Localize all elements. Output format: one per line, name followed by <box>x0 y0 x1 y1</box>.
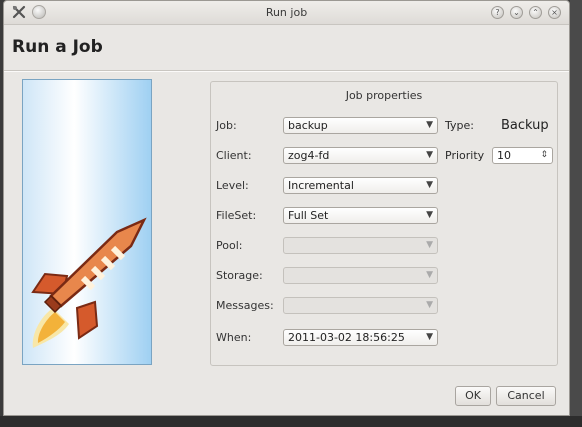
type-label: Type: <box>445 119 474 132</box>
messages-combo: ▼ <box>283 297 438 314</box>
chevron-down-icon: ▼ <box>426 210 433 220</box>
storage-combo: ▼ <box>283 267 438 284</box>
chevron-down-icon: ▼ <box>426 150 433 160</box>
maximize-button[interactable]: ⌃ <box>529 6 542 19</box>
chevron-down-icon: ▼ <box>426 240 433 250</box>
job-combo[interactable]: backup ▼ <box>283 117 438 134</box>
desktop-taskbar-edge <box>0 416 582 427</box>
chevron-down-icon: ▼ <box>426 332 433 342</box>
pool-combo: ▼ <box>283 237 438 254</box>
window-title: Run job <box>265 6 308 19</box>
type-value: Backup <box>501 118 549 133</box>
desktop-background <box>570 0 582 416</box>
level-combo[interactable]: Incremental ▼ <box>283 177 438 194</box>
priority-value: 10 <box>497 149 511 162</box>
job-value: backup <box>288 119 328 132</box>
fileset-value: Full Set <box>288 209 329 222</box>
minimize-button[interactable]: ⌄ <box>510 6 523 19</box>
client-combo[interactable]: zog4-fd ▼ <box>283 147 438 164</box>
client-label: Client: <box>216 149 252 162</box>
page-title: Run a Job <box>12 37 103 57</box>
pool-label: Pool: <box>216 239 243 252</box>
rocket-icon <box>31 217 147 348</box>
title-bar[interactable]: Run job ? ⌄ ⌃ × <box>4 1 569 25</box>
job-label: Job: <box>216 119 237 132</box>
cancel-button[interactable]: Cancel <box>496 386 556 406</box>
priority-spinbox[interactable]: 10 ⇕ <box>492 147 553 164</box>
help-button[interactable]: ? <box>491 6 504 19</box>
level-label: Level: <box>216 179 249 192</box>
run-job-dialog: Run job ? ⌄ ⌃ × Run a Job Job properties <box>3 0 570 416</box>
fileset-combo[interactable]: Full Set ▼ <box>283 207 438 224</box>
chevron-down-icon: ▼ <box>426 300 433 310</box>
spin-arrows-icon[interactable]: ⇕ <box>540 148 548 163</box>
level-value: Incremental <box>288 179 354 192</box>
rocket-image-panel <box>22 79 152 365</box>
ok-button[interactable]: OK <box>455 386 491 406</box>
client-value: zog4-fd <box>288 149 330 162</box>
chevron-down-icon: ▼ <box>426 180 433 190</box>
group-title: Job properties <box>345 89 423 102</box>
priority-label: Priority <box>445 149 485 162</box>
when-label: When: <box>216 331 252 344</box>
storage-label: Storage: <box>216 269 263 282</box>
when-datetime[interactable]: 2011-03-02 18:56:25 ▼ <box>283 329 438 346</box>
chevron-down-icon: ▼ <box>426 270 433 280</box>
header-divider <box>4 70 569 72</box>
chevron-down-icon: ▼ <box>426 120 433 130</box>
messages-label: Messages: <box>216 299 274 312</box>
fileset-label: FileSet: <box>216 209 257 222</box>
close-button[interactable]: × <box>548 6 561 19</box>
when-value: 2011-03-02 18:56:25 <box>288 331 405 344</box>
